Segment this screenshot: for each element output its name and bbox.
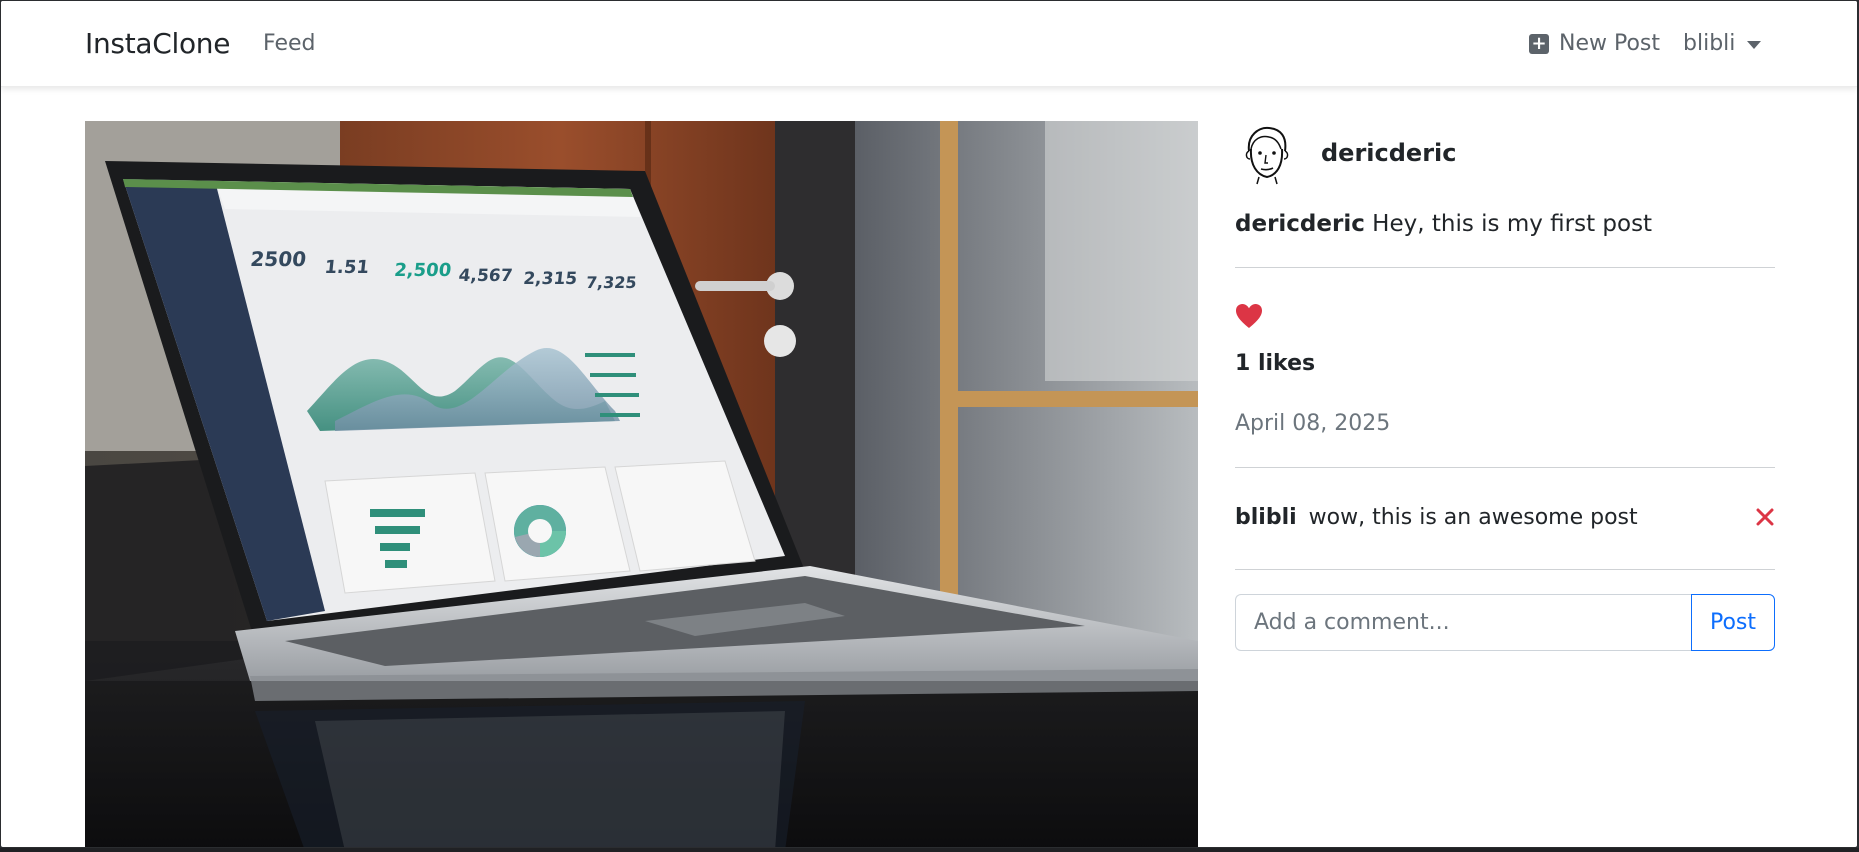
caption-author[interactable]: dericderic [1235,211,1365,237]
new-post-link[interactable]: + New Post [1529,31,1660,56]
comment-author[interactable]: blibli [1235,505,1297,530]
divider [1235,569,1775,570]
caption-text: Hey, this is my first post [1372,211,1653,237]
likes-count: 1 likes [1235,351,1316,376]
post-author-link[interactable]: dericderic [1321,139,1457,167]
heart-icon[interactable] [1235,303,1263,329]
divider [1235,267,1775,268]
svg-text:4,567: 4,567 [458,266,514,286]
post-comment-button[interactable]: Post [1691,594,1775,651]
svg-text:2500: 2500 [249,247,307,271]
svg-text:2,315: 2,315 [522,269,578,289]
post-caption: dericderic Hey, this is my first post [1235,211,1652,237]
avatar[interactable] [1235,121,1299,185]
post-image: 2500 1.51 2,500 4,567 2,315 7,325 [85,121,1198,847]
caret-down-icon [1747,40,1762,49]
user-menu-dropdown[interactable]: blibli [1683,31,1762,56]
bottom-edge [0,848,1859,852]
comment-input[interactable] [1235,594,1691,651]
close-icon[interactable] [1755,507,1775,527]
navbar: InstaClone Feed + New Post blibli [1,1,1857,87]
svg-text:1.51: 1.51 [324,257,371,278]
new-post-label: New Post [1559,31,1661,56]
plus-square-icon: + [1529,33,1549,54]
comment-text: wow, this is an awesome post [1308,504,1638,530]
user-menu-label: blibli [1683,31,1736,56]
post-date: April 08, 2025 [1235,411,1391,436]
author-row: dericderic [1235,121,1457,185]
app-window: InstaClone Feed + New Post blibli 2500 1… [1,1,1857,847]
brand-link[interactable]: InstaClone [85,27,230,60]
svg-text:7,325: 7,325 [585,273,638,292]
divider [1235,467,1775,468]
comment-item: blibli wow, this is an awesome post [1235,497,1775,537]
comment-form: Post [1235,594,1775,651]
nav-feed-link[interactable]: Feed [263,31,316,56]
svg-text:2,500: 2,500 [393,260,452,281]
